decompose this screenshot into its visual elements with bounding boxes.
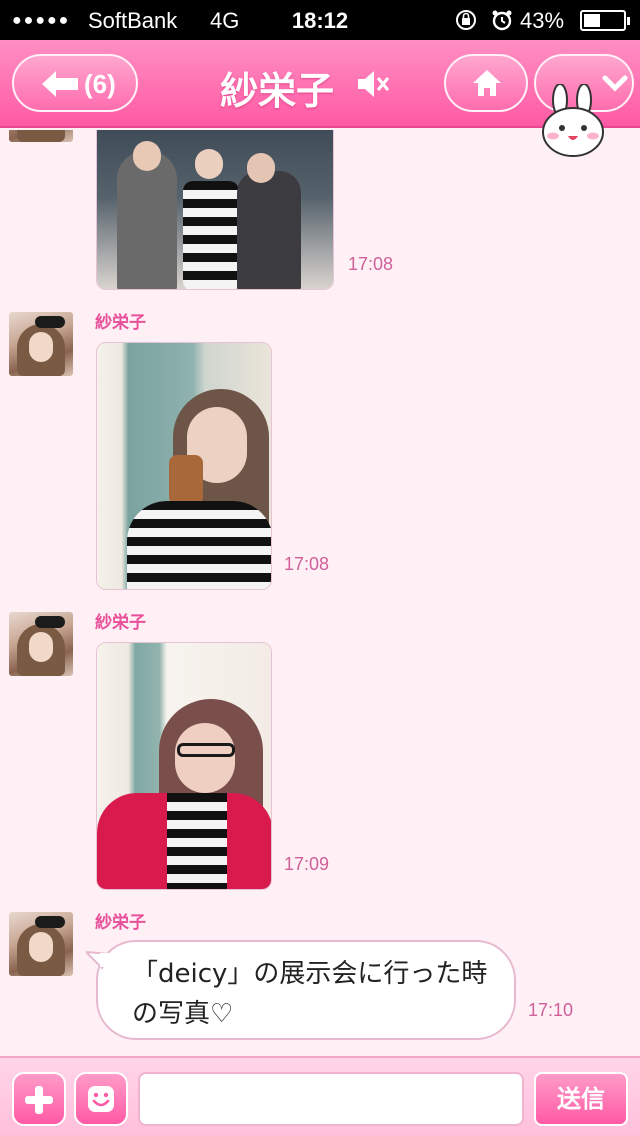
message-list[interactable]: 17:08 紗栄子 17:08 紗栄子 17:09 紗栄子 「deicy」の展示… (0, 130, 640, 1054)
message-text: 「deicy」の展示会に行った時の写真♡ (132, 959, 488, 1029)
photo-message[interactable] (96, 642, 272, 890)
chat-title: 紗栄子 (220, 69, 335, 113)
message-timestamp: 17:09 (284, 854, 330, 874)
back-button[interactable]: (6) (12, 54, 138, 112)
battery-level (584, 14, 600, 27)
avatar[interactable] (9, 130, 73, 142)
avatar[interactable] (9, 912, 73, 976)
battery-percent: 43% (520, 8, 565, 33)
avatar[interactable] (9, 312, 73, 376)
photo-message[interactable] (96, 130, 334, 290)
status-bar: ●●●●● SoftBank 4G 18:12 43% (0, 0, 640, 40)
arrow-left-icon (42, 71, 78, 97)
alarm-icon (490, 8, 514, 38)
message-input[interactable] (138, 1072, 524, 1126)
message-timestamp: 17:10 (528, 1000, 574, 1020)
home-icon (473, 70, 501, 96)
home-button[interactable] (444, 54, 528, 112)
unread-count: (6) (84, 69, 116, 99)
send-button[interactable]: 送信 (534, 1072, 628, 1126)
composer-bar: 送信 (0, 1056, 640, 1136)
text-message-bubble[interactable]: 「deicy」の展示会に行った時の写真♡ (86, 940, 516, 1040)
sender-name: 紗栄子 (95, 613, 146, 633)
emoji-button[interactable] (74, 1072, 128, 1126)
rotation-lock-icon (454, 8, 478, 38)
sender-name: 紗栄子 (95, 913, 146, 933)
photo-message[interactable] (96, 342, 272, 590)
speaker-muted-icon (358, 71, 390, 97)
bubble-tail (86, 950, 110, 970)
plus-icon[interactable] (12, 1072, 66, 1126)
message-timestamp: 17:08 (284, 554, 330, 574)
message-timestamp: 17:08 (348, 254, 394, 274)
smiley-icon (88, 1086, 114, 1112)
chat-header: (6) 紗栄子 (0, 40, 640, 157)
sender-name: 紗栄子 (95, 313, 146, 333)
avatar[interactable] (9, 612, 73, 676)
battery-icon (580, 10, 630, 31)
